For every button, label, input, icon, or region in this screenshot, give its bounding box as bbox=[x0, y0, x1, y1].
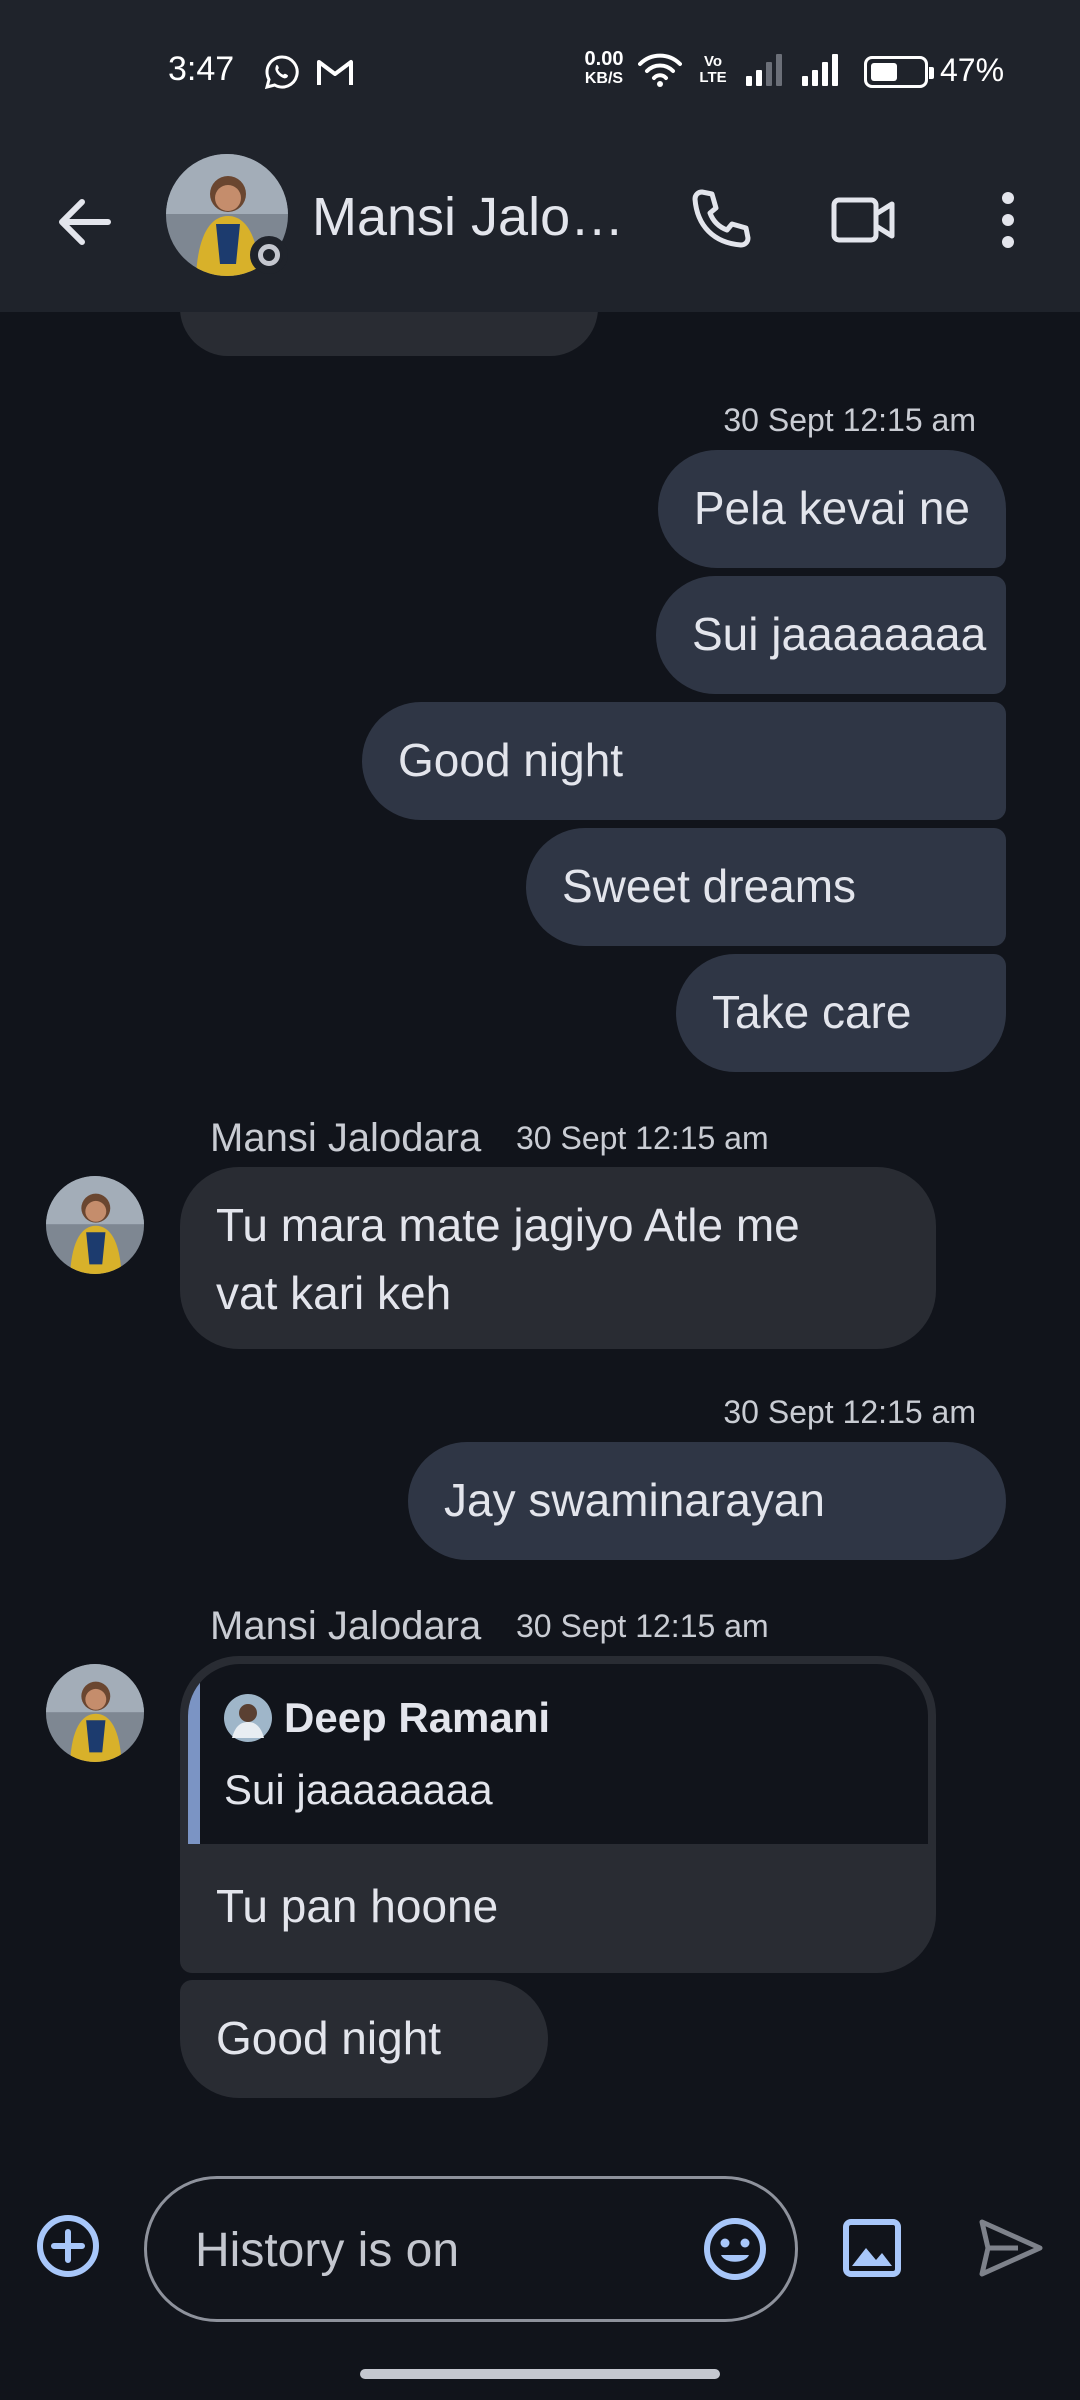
message-bubble-outgoing[interactable]: Jay swaminarayan bbox=[408, 1442, 1006, 1560]
message-bubble-incoming[interactable]: Ok bbox=[180, 312, 598, 356]
status-time: 3:47 bbox=[168, 50, 235, 88]
back-arrow-icon[interactable] bbox=[48, 186, 120, 258]
message-text: Good night bbox=[216, 2012, 442, 2064]
conversation-header: Mansi Jalo… bbox=[0, 140, 1080, 312]
message-text: Sweet dreams bbox=[562, 860, 857, 912]
home-indicator[interactable] bbox=[360, 2369, 720, 2379]
network-speed-unit: KB/S bbox=[584, 70, 624, 87]
reply-author: Deep Ramani bbox=[284, 1694, 551, 1741]
message-bubble-outgoing[interactable]: Good night bbox=[362, 702, 1006, 820]
sender-avatar[interactable] bbox=[46, 1664, 144, 1762]
message-input-placeholder: History is on bbox=[195, 2224, 460, 2277]
gallery-icon[interactable] bbox=[836, 2212, 908, 2284]
sender-name: Mansi Jalodara bbox=[210, 1116, 482, 1160]
message-timestamp: 30 Sept 12:15 am bbox=[516, 1120, 769, 1156]
message-timestamp: 30 Sept 12:15 am bbox=[723, 402, 976, 438]
message-text-line: Tu mara mate jagiyo Atle me bbox=[216, 1199, 800, 1251]
message-bubble-outgoing[interactable]: Sweet dreams bbox=[526, 828, 1006, 946]
message-text: Tu pan hoone bbox=[216, 1880, 499, 1932]
wifi-icon bbox=[638, 53, 682, 87]
quote-bar bbox=[188, 1664, 200, 1844]
emoji-icon[interactable] bbox=[699, 2213, 771, 2285]
sender-name: Mansi Jalodara bbox=[210, 1604, 482, 1648]
gmail-icon bbox=[317, 60, 353, 85]
message-timestamp: 30 Sept 12:15 am bbox=[516, 1608, 769, 1644]
message-text-line: vat kari keh bbox=[216, 1267, 452, 1319]
battery-icon bbox=[864, 56, 934, 88]
message-bubble-outgoing[interactable]: Sui jaaaaaaaa bbox=[656, 576, 1006, 694]
signal-icon bbox=[802, 54, 838, 86]
message-text: Pela kevai ne bbox=[693, 482, 970, 534]
reply-message-bubble[interactable]: Deep Ramani Sui jaaaaaaaa Tu pan hoone bbox=[180, 1656, 936, 1973]
message-text: Jay swaminarayan bbox=[444, 1474, 825, 1526]
message-text: Good night bbox=[398, 734, 624, 786]
message-bubble-outgoing[interactable]: Pela kevai ne bbox=[657, 450, 1006, 568]
signal-icon bbox=[746, 54, 782, 86]
status-dot-icon bbox=[250, 236, 288, 274]
sender-avatar[interactable] bbox=[46, 1176, 144, 1274]
contact-name[interactable]: Mansi Jalo… bbox=[312, 186, 632, 248]
quoted-message[interactable]: Deep Ramani Sui jaaaaaaaa bbox=[188, 1664, 928, 1844]
network-speed-value: 0.00 bbox=[584, 48, 624, 70]
send-icon[interactable] bbox=[972, 2210, 1048, 2286]
avatar-photo bbox=[46, 1664, 144, 1762]
message-text: Sui jaaaaaaaa bbox=[692, 608, 987, 660]
message-timestamp: 30 Sept 12:15 am bbox=[723, 1394, 976, 1430]
volte-indicator: Vo LTE bbox=[699, 53, 727, 86]
avatar-photo bbox=[46, 1176, 144, 1274]
whatsapp-icon bbox=[264, 55, 299, 90]
reply-quoted-text: Sui jaaaaaaaa bbox=[224, 1766, 493, 1813]
phone-icon[interactable] bbox=[680, 180, 760, 260]
reply-author-avatar bbox=[224, 1694, 272, 1742]
add-circle-icon[interactable] bbox=[32, 2210, 104, 2282]
status-bar: 3:47 0.00 KB/S Vo LTE 47% bbox=[0, 0, 1080, 140]
message-bubble-outgoing[interactable]: Take care bbox=[676, 954, 1006, 1072]
message-bubble-incoming[interactable]: Good night bbox=[180, 1980, 548, 2098]
network-speed: 0.00 KB/S bbox=[576, 48, 632, 88]
message-text: Take care bbox=[712, 986, 912, 1038]
more-vert-icon[interactable] bbox=[968, 180, 1048, 260]
video-call-icon[interactable] bbox=[824, 180, 904, 260]
message-input[interactable]: History is on bbox=[144, 2176, 798, 2322]
message-bubble-incoming[interactable]: Tu mara mate jagiyo Atle me vat kari keh bbox=[180, 1167, 936, 1349]
message-list[interactable]: Ok 30 Sept 12:15 am Pela kevai ne Sui ja… bbox=[0, 312, 1080, 2142]
battery-percent: 47% bbox=[940, 52, 1005, 88]
